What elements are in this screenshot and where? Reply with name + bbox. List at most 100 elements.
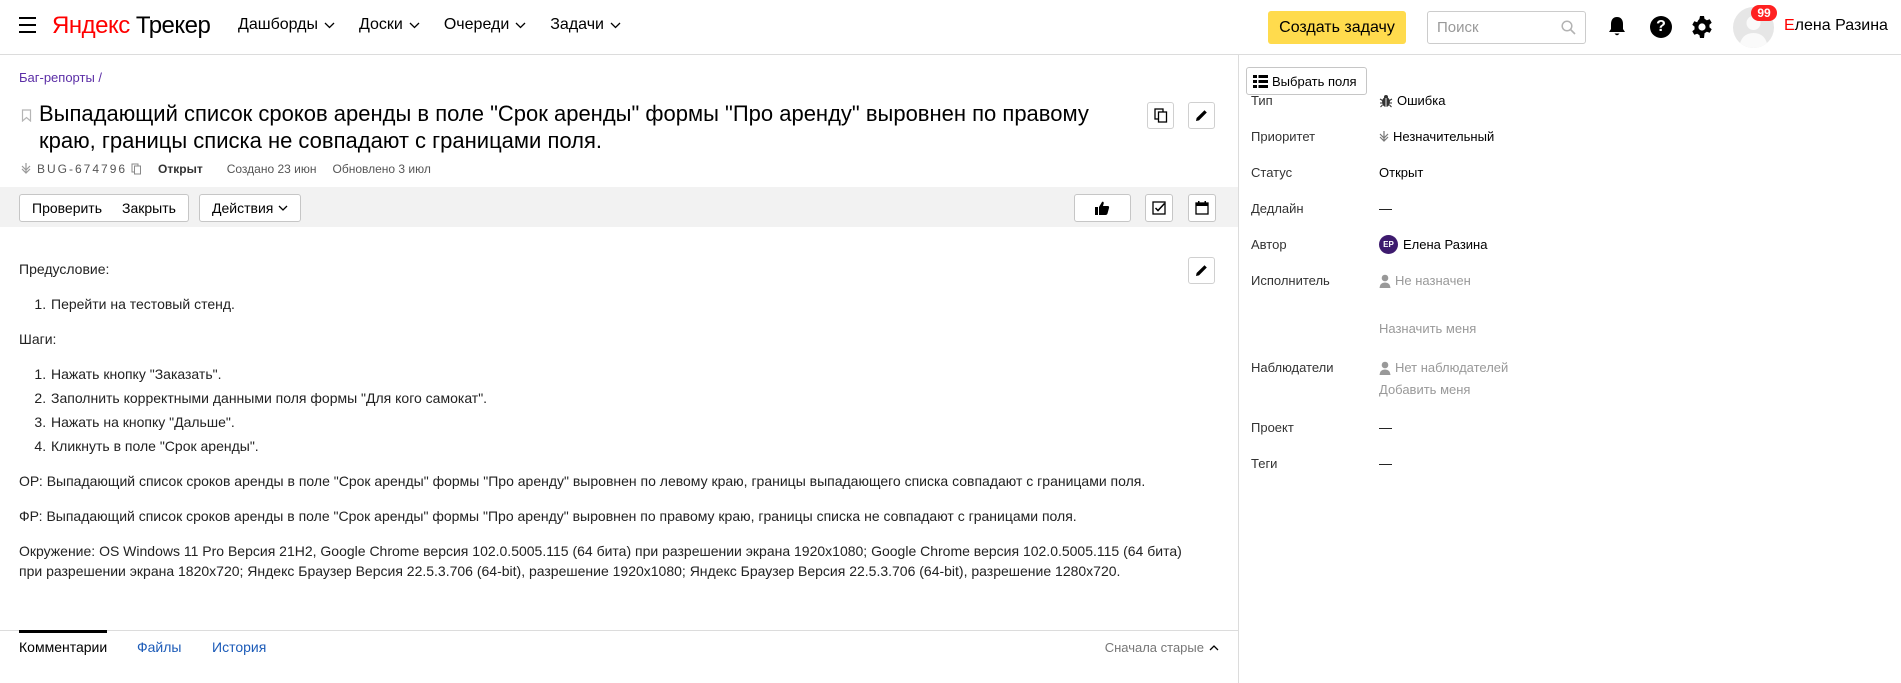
gear-icon[interactable] [1690, 15, 1714, 39]
top-header: Яндекс Трекер Дашборды Доски Очереди Зад… [0, 0, 1901, 55]
nav-boards-label: Доски [359, 16, 403, 33]
precondition-label: Предусловие: [19, 261, 110, 277]
user-name-rest: лена Разина [1794, 17, 1888, 34]
priority-value-label: Незначительный [1393, 129, 1495, 144]
type-label: Тип [1251, 93, 1273, 108]
precondition-list: Перейти на тестовый стенд. [50, 294, 1199, 314]
issue-updated: Обновлено 3 июл [332, 162, 431, 176]
watchers-label: Наблюдатели [1251, 360, 1334, 375]
watchers-value[interactable]: Нет наблюдателей [1379, 360, 1508, 375]
edit-title-button[interactable] [1188, 102, 1215, 129]
nav-boards[interactable]: Доски [359, 16, 420, 34]
like-button[interactable] [1074, 194, 1131, 222]
assignee-label: Исполнитель [1251, 273, 1330, 288]
deadline-label: Дедлайн [1251, 201, 1304, 216]
actual-result: ФР: Выпадающий список сроков аренды в по… [19, 508, 1077, 524]
checkbox-icon [1152, 201, 1166, 215]
calendar-icon [1195, 201, 1209, 215]
type-value-label: Ошибка [1397, 93, 1446, 108]
menu-icon[interactable] [19, 17, 36, 34]
author-label: Автор [1251, 237, 1287, 252]
steps-label: Шаги: [19, 331, 57, 347]
calendar-button[interactable] [1188, 194, 1216, 222]
list-item: Нажать на кнопку "Дальше". [50, 412, 1199, 432]
list-item: Перейти на тестовый стенд. [50, 294, 1199, 314]
chevron-down-icon [409, 22, 420, 28]
expected-result: ОР: Выпадающий список сроков аренды в по… [19, 473, 1146, 489]
type-value[interactable]: Ошибка [1379, 93, 1445, 108]
deadline-value[interactable]: — [1379, 201, 1392, 216]
user-name[interactable]: Елена Разина [1784, 17, 1888, 35]
priority-value[interactable]: Незначительный [1379, 129, 1494, 144]
actions-button[interactable]: Действия [199, 194, 302, 222]
fields-list-icon [1253, 74, 1268, 88]
status-value[interactable]: Открыт [1379, 165, 1423, 180]
tab-comments[interactable]: Комментарии [19, 630, 108, 655]
person-icon [1379, 274, 1391, 288]
logo[interactable]: Яндекс Трекер [52, 12, 211, 40]
assignee-value-label: Не назначен [1395, 273, 1471, 288]
breadcrumb[interactable]: Баг-репорты / [19, 70, 102, 85]
help-icon[interactable]: ? [1650, 16, 1672, 38]
chevron-down-icon [610, 22, 621, 28]
search-input[interactable] [1428, 12, 1553, 43]
watchers-value-label: Нет наблюдателей [1395, 360, 1509, 375]
chevron-down-icon [278, 205, 288, 211]
search-icon[interactable] [1561, 20, 1576, 35]
add-me-link[interactable]: Добавить меня [1379, 382, 1470, 397]
project-value[interactable]: — [1379, 420, 1392, 435]
logo-yandex: Яндекс [52, 12, 130, 39]
bug-icon [1379, 94, 1393, 107]
chevron-down-icon [515, 22, 526, 28]
project-label: Проект [1251, 420, 1294, 435]
copy-key-icon[interactable] [131, 163, 142, 175]
choose-fields-button[interactable]: Выбрать поля [1246, 67, 1367, 95]
nav-tasks-label: Задачи [550, 16, 604, 33]
nav-dashboards-label: Дашборды [238, 16, 318, 33]
list-item: Кликнуть в поле "Срок аренды". [50, 436, 1199, 456]
environment-line-2: при разрешении экрана 1820x720; Яндекс Б… [19, 563, 1121, 579]
status-label: Статус [1251, 165, 1293, 180]
activity-tabs: Комментарии Файлы История Сначала старые [0, 630, 1238, 683]
user-name-first-letter: Е [1784, 17, 1795, 34]
author-avatar: ЕР [1379, 235, 1398, 254]
issue-main: Баг-репорты / Выпадающий список сроков а… [0, 55, 1238, 683]
nav-tasks[interactable]: Задачи [550, 16, 621, 34]
tags-value[interactable]: — [1379, 456, 1392, 471]
create-task-button[interactable]: Создать задачу [1268, 11, 1406, 44]
author-value[interactable]: ЕР Елена Разина [1379, 235, 1487, 254]
nav-queues-label: Очереди [443, 16, 510, 33]
main-nav: Дашборды Доски Очереди Задачи [238, 16, 645, 34]
sort-order-toggle[interactable]: Сначала старые [1105, 640, 1219, 655]
bookmark-icon[interactable] [21, 109, 32, 122]
person-icon [1379, 361, 1391, 375]
check-button[interactable]: Проверить [19, 194, 116, 222]
nav-queues[interactable]: Очереди [444, 16, 526, 34]
issue-status[interactable]: Открыт [158, 162, 203, 176]
tab-history[interactable]: История [212, 639, 266, 655]
tab-files[interactable]: Файлы [137, 639, 181, 655]
tags-label: Теги [1251, 456, 1278, 471]
sort-order-label: Сначала старые [1104, 640, 1204, 655]
environment-line-1: Окружение: OS Windows 11 Pro Версия 21H2… [19, 543, 1182, 559]
issue-description: Предусловие: Перейти на тестовый стенд. … [19, 259, 1199, 596]
list-item: Заполнить корректными данными поля формы… [50, 388, 1199, 408]
thumbs-up-icon [1095, 201, 1110, 215]
issue-key[interactable]: BUG-674796 [37, 162, 127, 176]
nav-dashboards[interactable]: Дашборды [238, 16, 335, 34]
choose-fields-label: Выбрать поля [1272, 73, 1357, 89]
copy-button[interactable] [1147, 102, 1174, 129]
priority-low-icon [1379, 130, 1389, 142]
assignee-value[interactable]: Не назначен [1379, 273, 1471, 288]
actions-button-label: Действия [212, 200, 274, 216]
search-box [1427, 11, 1586, 44]
author-name: Елена Разина [1403, 237, 1488, 252]
pencil-icon [1196, 110, 1207, 121]
bell-icon[interactable] [1608, 16, 1626, 37]
close-button[interactable]: Закрыть [110, 194, 189, 222]
notification-badge: 99 [1751, 5, 1777, 21]
assign-me-link[interactable]: Назначить меня [1379, 321, 1476, 336]
issue-toolbar: Проверить Закрыть Действия [0, 187, 1238, 227]
list-item: Нажать кнопку "Заказать". [50, 364, 1199, 384]
checklist-button[interactable] [1145, 194, 1173, 222]
